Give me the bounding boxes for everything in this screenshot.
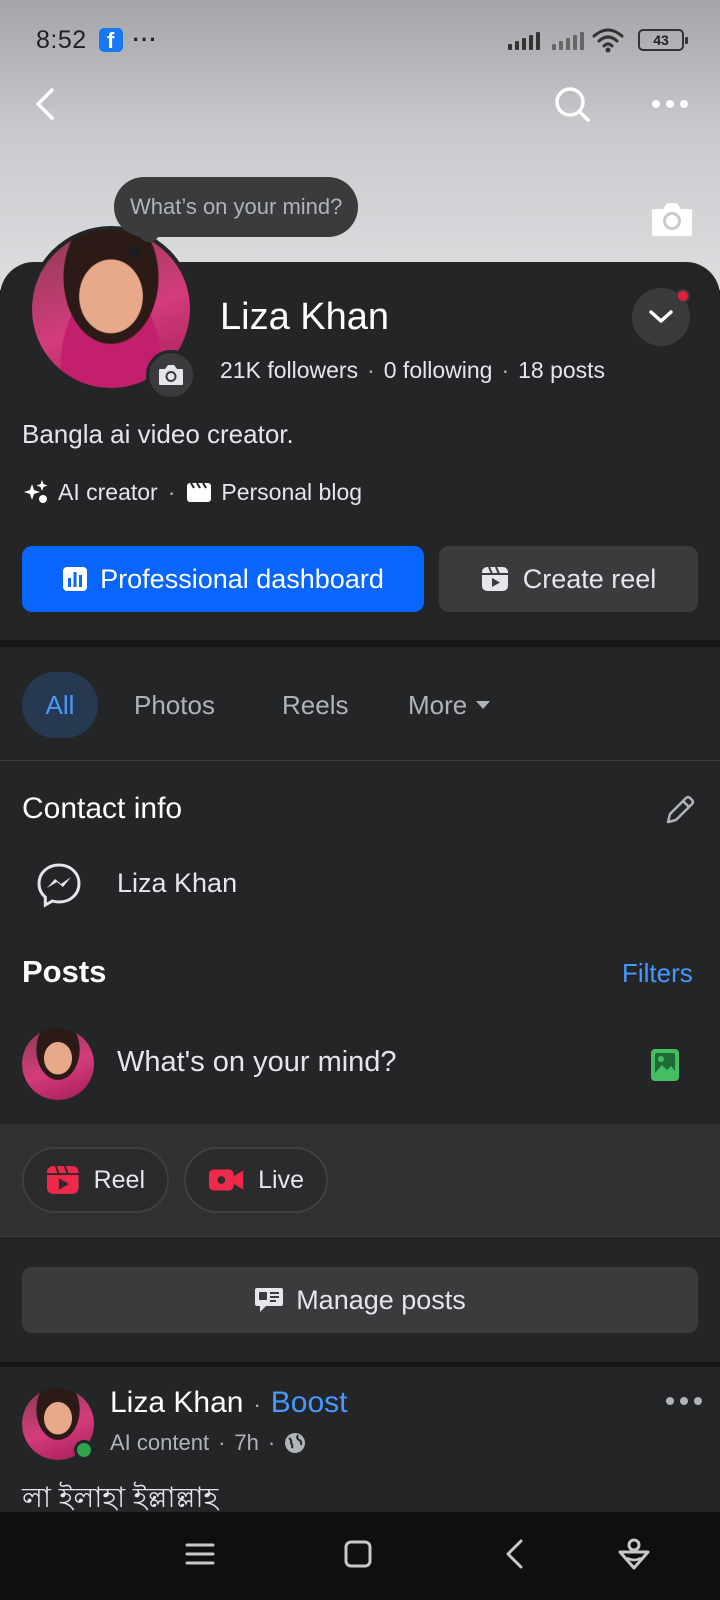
- wifi-icon: [592, 28, 624, 53]
- caret-down-icon: [476, 701, 491, 709]
- create-reel-button[interactable]: Create reel: [439, 546, 698, 612]
- status-bar: 8:52 f ··· 43: [0, 0, 720, 80]
- messenger-icon: [37, 863, 81, 908]
- notification-dot: [676, 289, 690, 303]
- system-nav-bar: [0, 1512, 720, 1600]
- signal-icon: [508, 30, 540, 50]
- profile-name: Liza Khan: [220, 296, 390, 338]
- profile-stats: 21K followers · 0 following · 18 posts: [220, 357, 606, 383]
- mind-bubble[interactable]: What’s on your mind?: [114, 177, 359, 237]
- boost-link[interactable]: Boost: [271, 1386, 348, 1419]
- live-button[interactable]: Live: [184, 1147, 328, 1213]
- manage-posts-icon: [255, 1288, 284, 1312]
- professional-dashboard-button[interactable]: Professional dashboard: [22, 546, 424, 612]
- section-divider: [0, 1362, 720, 1367]
- post-content-type[interactable]: AI content: [110, 1430, 209, 1456]
- status-time: 8:52: [36, 25, 87, 54]
- divider: [0, 1236, 720, 1237]
- create-reel-label: Create reel: [522, 563, 657, 594]
- manage-posts-label: Manage posts: [296, 1284, 466, 1315]
- divider: [0, 760, 720, 761]
- section-divider: [0, 640, 720, 647]
- tag-personal-blog[interactable]: Personal blog: [221, 479, 362, 506]
- back-icon[interactable]: [496, 1534, 536, 1574]
- filters-link[interactable]: Filters: [622, 958, 693, 989]
- profile-bio: Bangla ai video creator.: [22, 419, 294, 449]
- composer-input[interactable]: What's on your mind?: [117, 1046, 397, 1079]
- bar-chart-icon: [63, 567, 88, 591]
- edit-pencil-icon[interactable]: [662, 792, 698, 828]
- tab-photos[interactable]: Photos: [134, 672, 215, 738]
- top-nav: [0, 72, 720, 136]
- dashboard-label: Professional dashboard: [100, 563, 384, 594]
- reel-button[interactable]: Reel: [22, 1147, 169, 1213]
- tab-more[interactable]: More: [408, 672, 491, 738]
- clapper-icon: [187, 482, 212, 502]
- profile-tags: AI creator · Personal blog: [22, 478, 362, 506]
- posts-count: 18 posts: [518, 357, 606, 383]
- messenger-contact-name[interactable]: Liza Khan: [117, 868, 237, 899]
- post-meta: AI content · 7h ·: [110, 1430, 306, 1456]
- reel-label: Reel: [93, 1165, 145, 1194]
- composer-avatar[interactable]: [22, 1028, 94, 1100]
- post-header: Liza Khan · Boost: [110, 1386, 348, 1419]
- chevron-down-icon: [649, 310, 673, 323]
- tab-all[interactable]: All: [22, 672, 98, 738]
- posts-title: Posts: [22, 954, 107, 989]
- following-count[interactable]: 0 following: [384, 357, 493, 383]
- manage-posts-button[interactable]: Manage posts: [22, 1267, 698, 1333]
- post-time[interactable]: 7h: [234, 1430, 258, 1456]
- tag-ai-creator: AI creator: [58, 478, 158, 505]
- avatar-camera-icon[interactable]: [146, 350, 196, 400]
- reel-icon: [481, 566, 508, 591]
- profile-tabs: All Photos Reels More: [0, 672, 720, 738]
- menu-icon[interactable]: [180, 1534, 220, 1574]
- more-options-icon[interactable]: [648, 84, 692, 124]
- online-status-dot: [74, 1440, 94, 1460]
- live-label: Live: [258, 1165, 304, 1194]
- facebook-icon: f: [98, 28, 123, 52]
- assistant-icon[interactable]: [614, 1534, 654, 1574]
- followers-count[interactable]: 21K followers: [220, 357, 358, 383]
- post-more-icon[interactable]: [664, 1386, 704, 1416]
- cover-camera-icon[interactable]: [650, 200, 694, 238]
- signal-icon-2: [552, 30, 584, 50]
- tab-reels[interactable]: Reels: [282, 672, 348, 738]
- notification-more-icon: ···: [132, 27, 158, 52]
- live-video-icon: [208, 1169, 244, 1191]
- battery-icon: 43: [638, 29, 688, 51]
- reel-red-icon: [46, 1165, 79, 1194]
- post-author-name[interactable]: Liza Khan: [110, 1386, 243, 1419]
- contact-info-title: Contact info: [22, 792, 183, 825]
- back-arrow-icon[interactable]: [26, 84, 66, 124]
- photo-icon[interactable]: [650, 1048, 680, 1082]
- bubble-dot: [128, 246, 140, 258]
- tab-more-label: More: [408, 689, 468, 720]
- search-icon[interactable]: [552, 84, 592, 124]
- battery-level: 43: [653, 32, 669, 48]
- globe-icon: [285, 1433, 306, 1453]
- home-icon[interactable]: [338, 1534, 378, 1574]
- sparkle-icon: [24, 480, 48, 503]
